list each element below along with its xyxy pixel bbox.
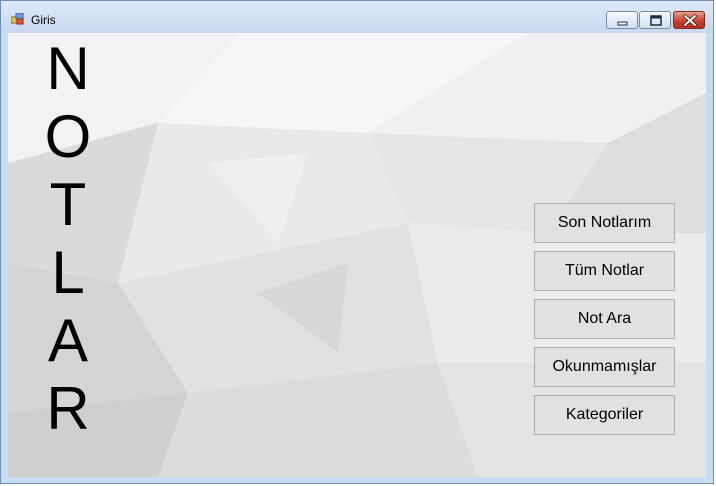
- kategoriler-button[interactable]: Kategoriler: [534, 395, 675, 435]
- son-notlarim-button[interactable]: Son Notlarım: [534, 203, 675, 243]
- form-client-area: N O T L A R Son Notlarım Tüm Notlar Not …: [8, 33, 706, 477]
- minimize-icon: [617, 21, 628, 26]
- title-letter: N: [46, 35, 90, 102]
- close-button[interactable]: [673, 11, 705, 29]
- title-letter: A: [47, 307, 89, 374]
- maximize-button[interactable]: [639, 11, 671, 29]
- tum-notlar-button[interactable]: Tüm Notlar: [534, 251, 675, 291]
- title-letter: O: [44, 103, 92, 170]
- title-letter: L: [51, 239, 85, 306]
- vertical-title: N O T L A R: [44, 35, 92, 453]
- window-title: Giris: [31, 13, 56, 27]
- main-window: Giris N O T L A R Son Notlarım Tüm Notla…: [0, 0, 714, 484]
- title-bar[interactable]: Giris: [1, 1, 713, 33]
- close-icon: [683, 14, 697, 27]
- title-letter: R: [46, 375, 90, 442]
- title-letter: T: [49, 171, 87, 238]
- okunmamislar-button[interactable]: Okunmamışlar: [534, 347, 675, 387]
- not-ara-button[interactable]: Not Ara: [534, 299, 675, 339]
- maximize-icon: [650, 15, 662, 26]
- minimize-button[interactable]: [606, 11, 638, 29]
- app-form-icon: [11, 13, 24, 25]
